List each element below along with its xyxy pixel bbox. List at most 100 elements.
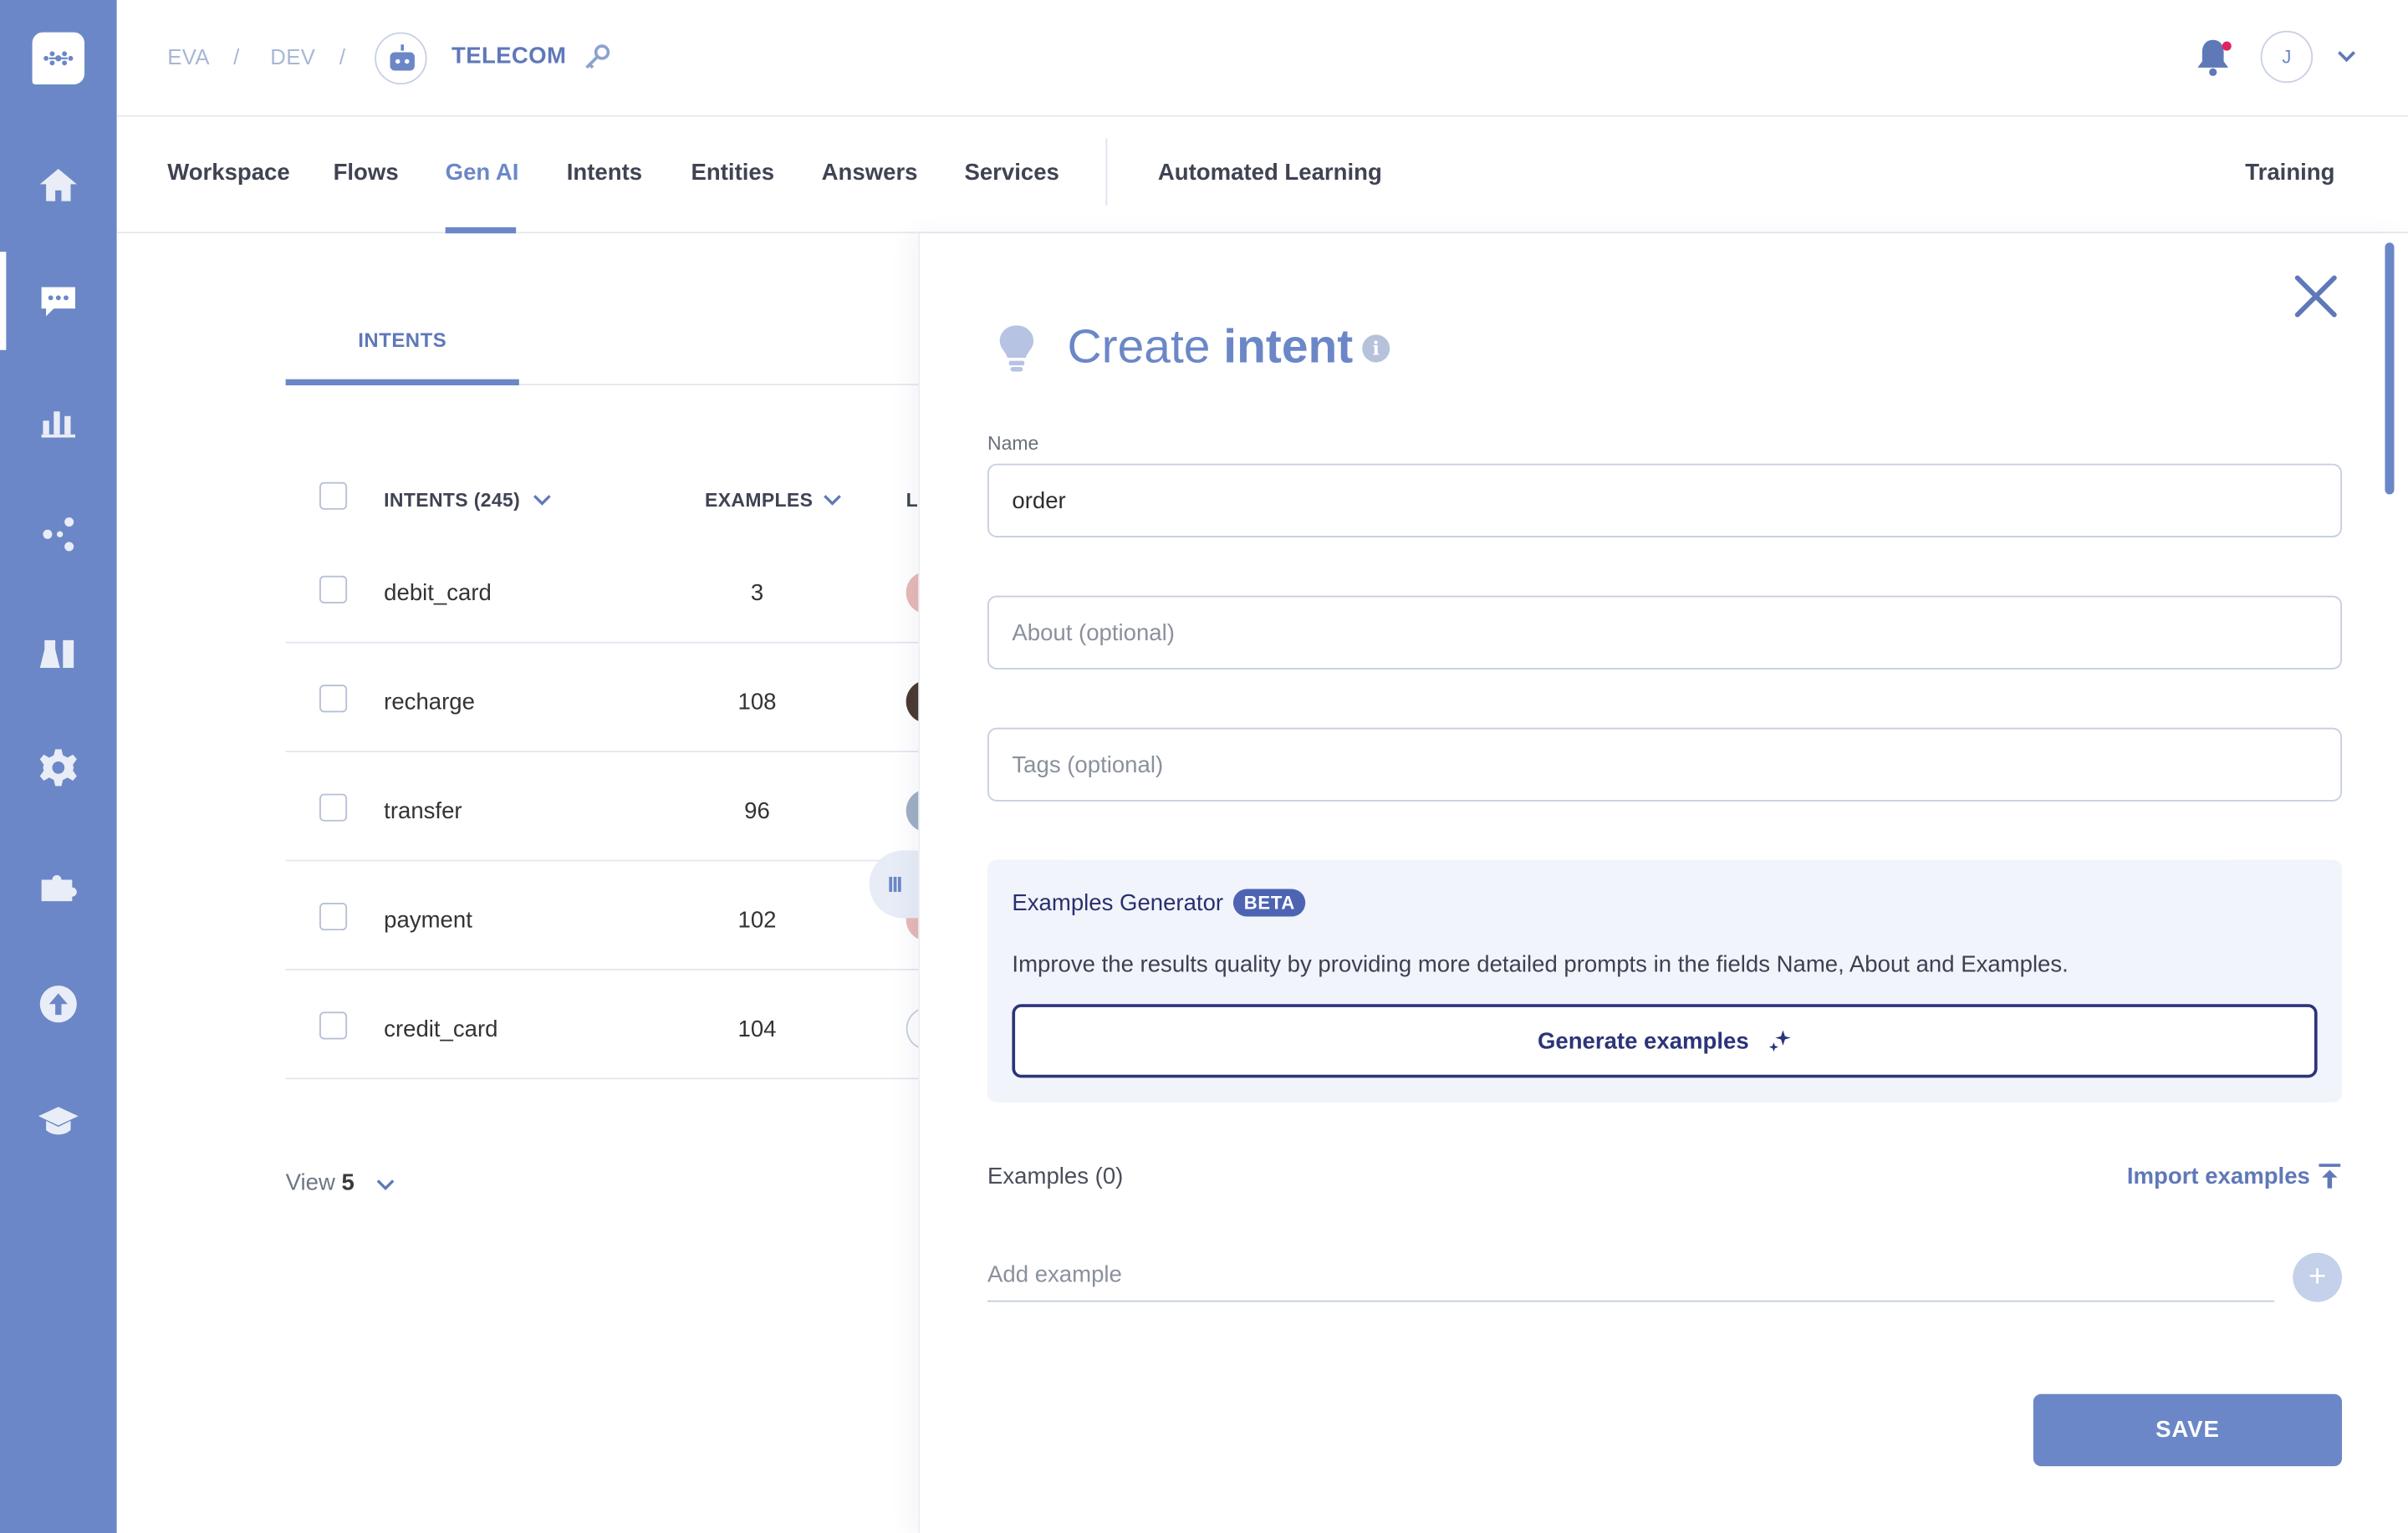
tags-field[interactable]: Tags (optional) xyxy=(987,727,2343,802)
name-label: Name xyxy=(987,432,1039,455)
title-bold: intent xyxy=(1223,319,1354,374)
intent-name[interactable]: debit_card xyxy=(384,580,492,606)
row-divider xyxy=(285,751,919,753)
row-checkbox[interactable] xyxy=(319,793,348,822)
intent-name[interactable]: credit_card xyxy=(384,1016,497,1042)
sidebar-item-integrations[interactable] xyxy=(0,485,117,583)
row-divider xyxy=(285,968,919,970)
sidebar-item-deploy[interactable] xyxy=(0,955,117,1053)
puzzle-icon xyxy=(41,874,77,902)
tab-intents-list[interactable]: INTENTS xyxy=(286,328,519,352)
tab-flows[interactable]: Flows xyxy=(334,160,399,186)
example-count: 108 xyxy=(737,689,777,716)
intent-name[interactable]: transfer xyxy=(384,798,462,824)
main-nav: Workspace Flows Gen AI Intents Entities … xyxy=(116,117,2408,234)
save-button[interactable]: SAVE xyxy=(2033,1393,2343,1467)
tab-answers[interactable]: Answers xyxy=(822,160,918,186)
sparkle-icon xyxy=(1768,1030,1791,1052)
generator-title: Examples Generator xyxy=(1012,890,1224,917)
column-header-intents[interactable]: INTENTS (245) xyxy=(384,490,520,512)
title-light: Create xyxy=(1067,319,1211,374)
upload-arrow-icon[interactable] xyxy=(2318,1162,2342,1189)
generate-examples-label: Generate examples xyxy=(1537,1027,1749,1054)
drawer-title: Create intent xyxy=(1068,319,1354,374)
row-checkbox[interactable] xyxy=(319,685,348,713)
sidebar-item-home[interactable] xyxy=(0,135,117,234)
view-label: View xyxy=(285,1169,335,1196)
name-field[interactable]: order xyxy=(987,463,2343,537)
column-header-examples[interactable]: EXAMPLES xyxy=(705,490,813,512)
generate-examples-button[interactable]: Generate examples xyxy=(1012,1004,2318,1078)
close-icon[interactable] xyxy=(2293,273,2339,319)
about-field[interactable]: About (optional) xyxy=(987,595,2343,670)
import-examples-link[interactable]: Import examples xyxy=(2127,1164,2310,1189)
breadcrumb-eva[interactable]: EVA xyxy=(167,44,210,69)
graduation-icon xyxy=(38,1107,79,1135)
create-intent-drawer: Create intent i Name order About (option… xyxy=(918,233,2408,1533)
tab-gen-ai[interactable]: Gen AI xyxy=(446,160,519,186)
info-icon[interactable]: i xyxy=(1362,334,1390,363)
breadcrumb-separator: / xyxy=(339,44,346,69)
chevron-down-icon[interactable] xyxy=(532,491,554,510)
sidebar-item-settings[interactable] xyxy=(0,719,117,817)
chevron-down-icon[interactable] xyxy=(822,491,844,510)
sidebar-item-plugins[interactable] xyxy=(0,838,117,937)
chevron-down-icon[interactable] xyxy=(2336,46,2358,68)
gear-icon xyxy=(39,749,77,787)
lightbulb-icon xyxy=(999,325,1034,372)
share-icon xyxy=(43,517,74,552)
row-divider xyxy=(285,859,919,862)
breadcrumb-dev[interactable]: DEV xyxy=(270,44,315,69)
tab-automated-learning[interactable]: Automated Learning xyxy=(1158,160,1382,186)
user-avatar[interactable]: J xyxy=(2260,30,2314,84)
scrollbar[interactable] xyxy=(2385,242,2395,495)
row-divider xyxy=(285,641,919,644)
row-checkbox[interactable] xyxy=(319,903,348,931)
nav-divider xyxy=(1105,138,1108,206)
row-divider xyxy=(285,1077,919,1080)
example-count: 104 xyxy=(737,1016,777,1043)
examples-generator-panel: Examples Generator BETA Improve the resu… xyxy=(987,859,2343,1103)
intent-name[interactable]: payment xyxy=(384,908,472,934)
chevron-down-icon[interactable] xyxy=(375,1176,396,1194)
notification-dot xyxy=(2222,41,2232,51)
key-icon[interactable] xyxy=(584,43,611,70)
chat-icon xyxy=(41,287,76,317)
sidebar-item-chat[interactable] xyxy=(0,252,117,350)
add-example-button[interactable]: + xyxy=(2293,1252,2343,1302)
sidebar xyxy=(0,0,117,1533)
beta-badge: BETA xyxy=(1232,889,1306,917)
breadcrumb-telecom[interactable]: TELECOM xyxy=(452,43,566,69)
tab-intents[interactable]: Intents xyxy=(567,160,642,186)
intent-name[interactable]: recharge xyxy=(384,690,475,716)
tab-entities[interactable]: Entities xyxy=(691,160,775,186)
tab-workspace[interactable]: Workspace xyxy=(167,160,290,186)
robot-icon xyxy=(390,44,415,71)
app-logo[interactable] xyxy=(32,32,85,85)
column-header-truncated: LA xyxy=(906,489,919,512)
lab-icon xyxy=(39,639,74,668)
page-size-selector[interactable]: View 5 xyxy=(286,1170,355,1196)
sidebar-item-lab[interactable] xyxy=(0,605,117,704)
example-count: 102 xyxy=(737,907,777,934)
row-checkbox[interactable] xyxy=(319,1011,348,1040)
view-value: 5 xyxy=(341,1169,355,1196)
sidebar-item-training[interactable] xyxy=(0,1072,117,1170)
example-count: 3 xyxy=(750,580,764,607)
chart-icon xyxy=(41,411,76,438)
sidebar-item-analytics[interactable] xyxy=(0,371,117,470)
tab-training[interactable]: Training xyxy=(2245,160,2334,186)
upload-icon xyxy=(39,986,77,1023)
row-checkbox[interactable] xyxy=(319,575,348,604)
list-tab-indicator xyxy=(285,379,519,386)
bot-avatar xyxy=(375,32,427,85)
active-tab-indicator xyxy=(445,227,517,234)
top-bar: EVA / DEV / TELECOM xyxy=(116,0,2408,117)
examples-count-label: Examples (0) xyxy=(987,1164,1124,1190)
breadcrumb-separator: / xyxy=(233,44,240,69)
add-example-input[interactable]: Add example xyxy=(987,1262,2275,1302)
home-icon xyxy=(39,169,77,201)
tab-services[interactable]: Services xyxy=(964,160,1059,186)
example-count: 96 xyxy=(744,798,770,825)
select-all-checkbox[interactable] xyxy=(319,481,348,510)
